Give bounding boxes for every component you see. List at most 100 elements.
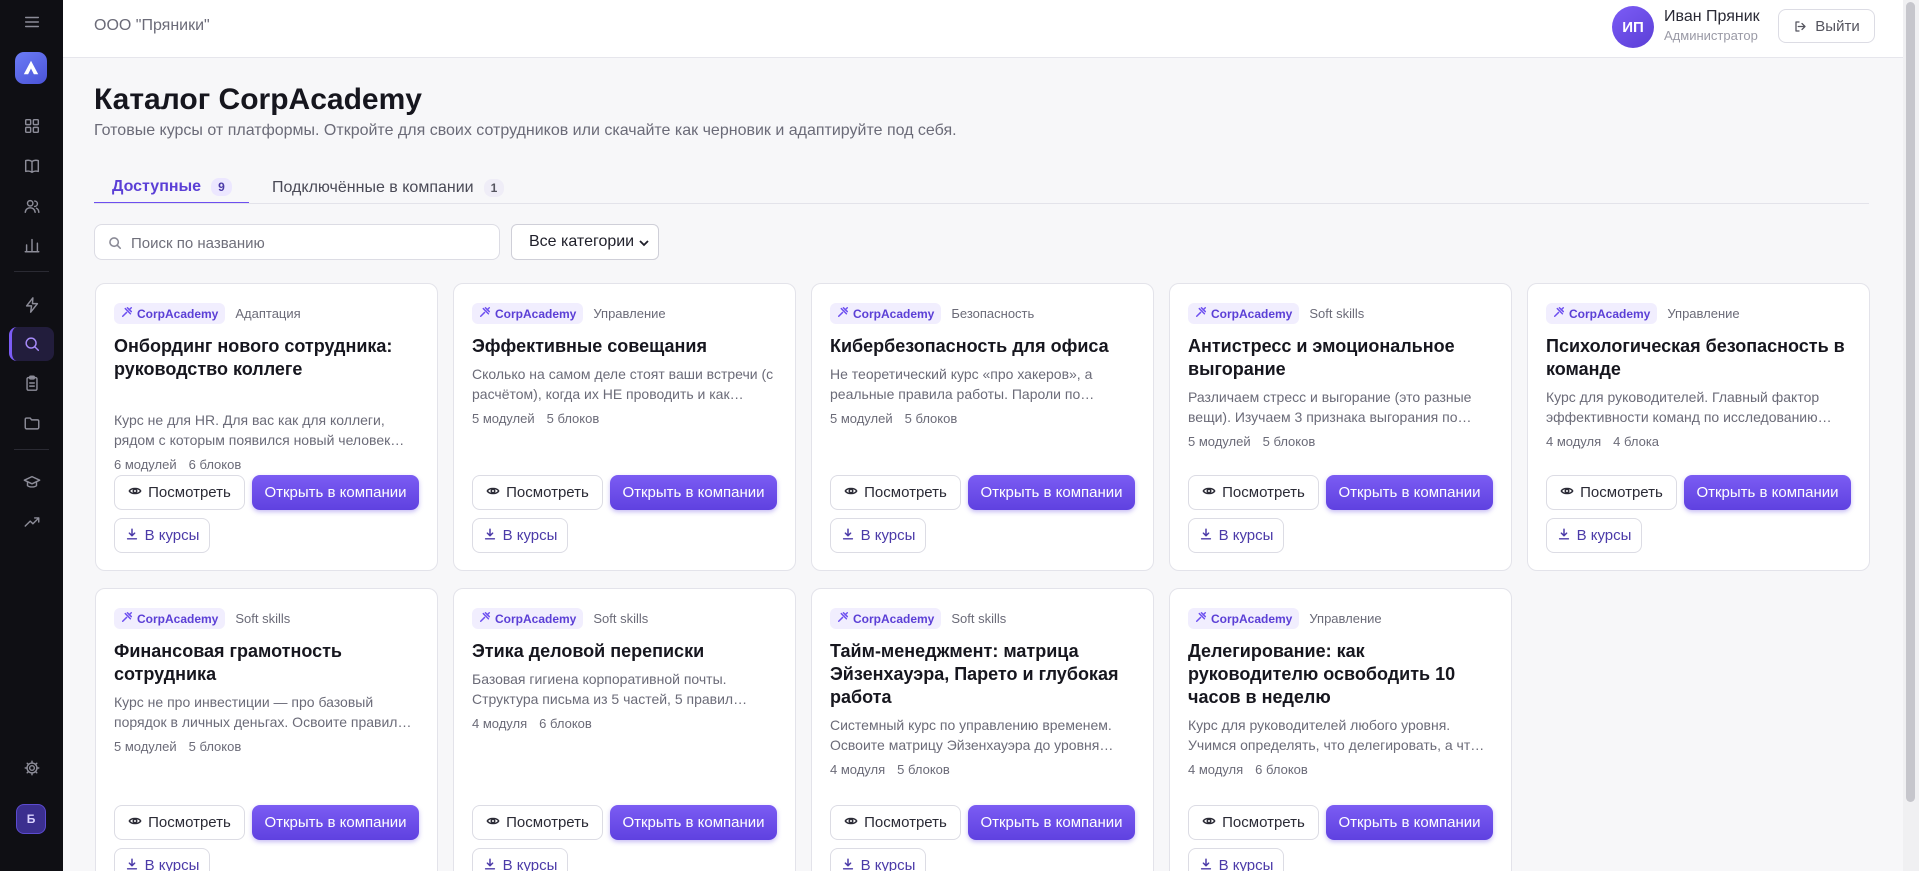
- add-to-courses-button[interactable]: В курсы: [1188, 848, 1284, 871]
- add-button-label: В курсы: [1576, 527, 1632, 544]
- course-card[interactable]: CorpAcademy Управление Психологическая без…: [1527, 283, 1870, 571]
- book-icon[interactable]: [0, 151, 63, 181]
- course-card[interactable]: CorpAcademy Адаптация Онбординг нового сот…: [95, 283, 438, 571]
- card-badges: CorpAcademy Soft skills: [472, 608, 648, 629]
- view-button[interactable]: Посмотреть: [114, 475, 245, 510]
- course-card[interactable]: CorpAcademy Soft skills Тайм-менеджмент: м…: [811, 588, 1154, 871]
- category-label: Управление: [1667, 306, 1740, 321]
- graduation-cap-icon[interactable]: [0, 467, 63, 497]
- category-select[interactable]: Все категории: [511, 224, 659, 260]
- tab-available[interactable]: Доступные 9: [94, 172, 249, 204]
- course-title: Финансовая грамотность сотрудника: [114, 641, 342, 684]
- chart-icon[interactable]: [0, 230, 63, 260]
- course-card[interactable]: CorpAcademy Управление Делегирование: как …: [1169, 588, 1512, 871]
- scrollbar-thumb[interactable]: [1906, 2, 1915, 802]
- open-in-company-button[interactable]: Открыть в компании: [968, 805, 1135, 840]
- add-button-label: В курсы: [502, 527, 558, 544]
- open-button-label: Открыть в компании: [264, 484, 407, 501]
- course-title: Онбординг нового сотрудника: руководство…: [114, 336, 393, 379]
- tabs-divider: [94, 203, 1869, 204]
- user-avatar[interactable]: ИП: [1612, 6, 1654, 48]
- category-label: Управление: [593, 306, 666, 321]
- menu-icon[interactable]: [0, 7, 63, 37]
- course-card[interactable]: CorpAcademy Soft skills Этика деловой пере…: [453, 588, 796, 871]
- company-name: ООО "Пряники": [94, 17, 210, 34]
- open-in-company-button[interactable]: Открыть в компании: [252, 805, 419, 840]
- folder-icon[interactable]: [0, 408, 63, 438]
- users-icon[interactable]: [0, 191, 63, 221]
- view-button[interactable]: Посмотреть: [830, 805, 961, 840]
- add-to-courses-button[interactable]: В курсы: [114, 848, 210, 871]
- search-input[interactable]: [131, 232, 486, 254]
- course-card[interactable]: CorpAcademy Soft skills Антистресс и эмоци…: [1169, 283, 1512, 571]
- view-button[interactable]: Посмотреть: [114, 805, 245, 840]
- course-meta: 5 модулей 5 блоков: [1188, 434, 1315, 449]
- card-badges: CorpAcademy Управление: [472, 303, 666, 324]
- sparkle-icon: [1195, 611, 1207, 626]
- brand-badge: CorpAcademy: [472, 303, 584, 324]
- tab-label: Подключённые в компании: [272, 179, 474, 196]
- add-to-courses-button[interactable]: В курсы: [1188, 518, 1284, 553]
- tab-label: Доступные: [112, 178, 202, 195]
- logout-button[interactable]: Выйти: [1778, 9, 1875, 43]
- open-in-company-button[interactable]: Открыть в компании: [1326, 475, 1493, 510]
- open-in-company-button[interactable]: Открыть в компании: [252, 475, 419, 510]
- add-button-label: В курсы: [860, 857, 916, 871]
- add-to-courses-button[interactable]: В курсы: [472, 848, 568, 871]
- view-button[interactable]: Посмотреть: [472, 475, 603, 510]
- open-in-company-button[interactable]: Открыть в компании: [610, 805, 777, 840]
- add-to-courses-button[interactable]: В курсы: [1546, 518, 1642, 553]
- workspace-avatar[interactable]: Б: [16, 804, 46, 834]
- blocks-count: 6 блоков: [539, 716, 592, 731]
- card-badges: CorpAcademy Управление: [1188, 608, 1382, 629]
- course-title: Эффективные совещания: [472, 336, 707, 356]
- modules-count: 4 модуля: [830, 762, 886, 777]
- view-button-label: Посмотреть: [148, 484, 231, 501]
- brand-badge-label: CorpAcademy: [495, 611, 577, 626]
- add-to-courses-button[interactable]: В курсы: [114, 518, 210, 553]
- app-logo[interactable]: [15, 52, 47, 84]
- course-meta: 5 модулей 5 блоков: [472, 411, 599, 426]
- search-icon[interactable]: [0, 329, 63, 359]
- view-button[interactable]: Посмотреть: [830, 475, 961, 510]
- tab-count-badge: 1: [483, 179, 505, 197]
- add-to-courses-button[interactable]: В курсы: [472, 518, 568, 553]
- course-card[interactable]: CorpAcademy Управление Эффективные совещан…: [453, 283, 796, 571]
- eye-icon: [128, 484, 142, 502]
- add-button-label: В курсы: [860, 527, 916, 544]
- add-to-courses-button[interactable]: В курсы: [830, 848, 926, 871]
- download-icon: [1199, 527, 1213, 545]
- view-button-label: Посмотреть: [864, 484, 947, 501]
- view-button[interactable]: Посмотреть: [1188, 805, 1319, 840]
- course-card[interactable]: CorpAcademy Безопасность Кибербезопасность…: [811, 283, 1154, 571]
- modules-count: 4 модуля: [472, 716, 528, 731]
- dashboard-icon[interactable]: [0, 111, 63, 141]
- open-in-company-button[interactable]: Открыть в компании: [610, 475, 777, 510]
- add-button-label: В курсы: [1218, 857, 1274, 871]
- bolt-icon[interactable]: [0, 290, 63, 320]
- open-button-label: Открыть в компании: [980, 484, 1123, 501]
- blocks-count: 4 блока: [1613, 434, 1660, 449]
- open-in-company-button[interactable]: Открыть в компании: [968, 475, 1135, 510]
- clipboard-icon[interactable]: [0, 368, 63, 398]
- trending-up-icon[interactable]: [0, 507, 63, 537]
- blocks-count: 5 блоков: [897, 762, 950, 777]
- open-button-label: Открыть в компании: [264, 814, 407, 831]
- course-card[interactable]: CorpAcademy Soft skills Финансовая грамотн…: [95, 588, 438, 871]
- gear-icon[interactable]: [0, 753, 63, 783]
- course-meta: 4 модуля 5 блоков: [830, 762, 950, 777]
- tab-connected[interactable]: Подключённые в компании 1: [272, 172, 505, 204]
- course-title: Делегирование: как руководителю освободи…: [1188, 641, 1456, 707]
- eye-icon: [486, 814, 500, 832]
- open-in-company-button[interactable]: Открыть в компании: [1326, 805, 1493, 840]
- brand-badge-label: CorpAcademy: [1211, 611, 1293, 626]
- add-to-courses-button[interactable]: В курсы: [830, 518, 926, 553]
- card-badges: CorpAcademy Soft skills: [1188, 303, 1364, 324]
- open-in-company-button[interactable]: Открыть в компании: [1684, 475, 1851, 510]
- view-button[interactable]: Посмотреть: [1546, 475, 1677, 510]
- card-badges: CorpAcademy Soft skills: [114, 608, 290, 629]
- view-button[interactable]: Посмотреть: [472, 805, 603, 840]
- view-button[interactable]: Посмотреть: [1188, 475, 1319, 510]
- course-description: Базовая гигиена корпоративной почты. Стр…: [472, 671, 748, 707]
- category-label: Управление: [1309, 611, 1382, 626]
